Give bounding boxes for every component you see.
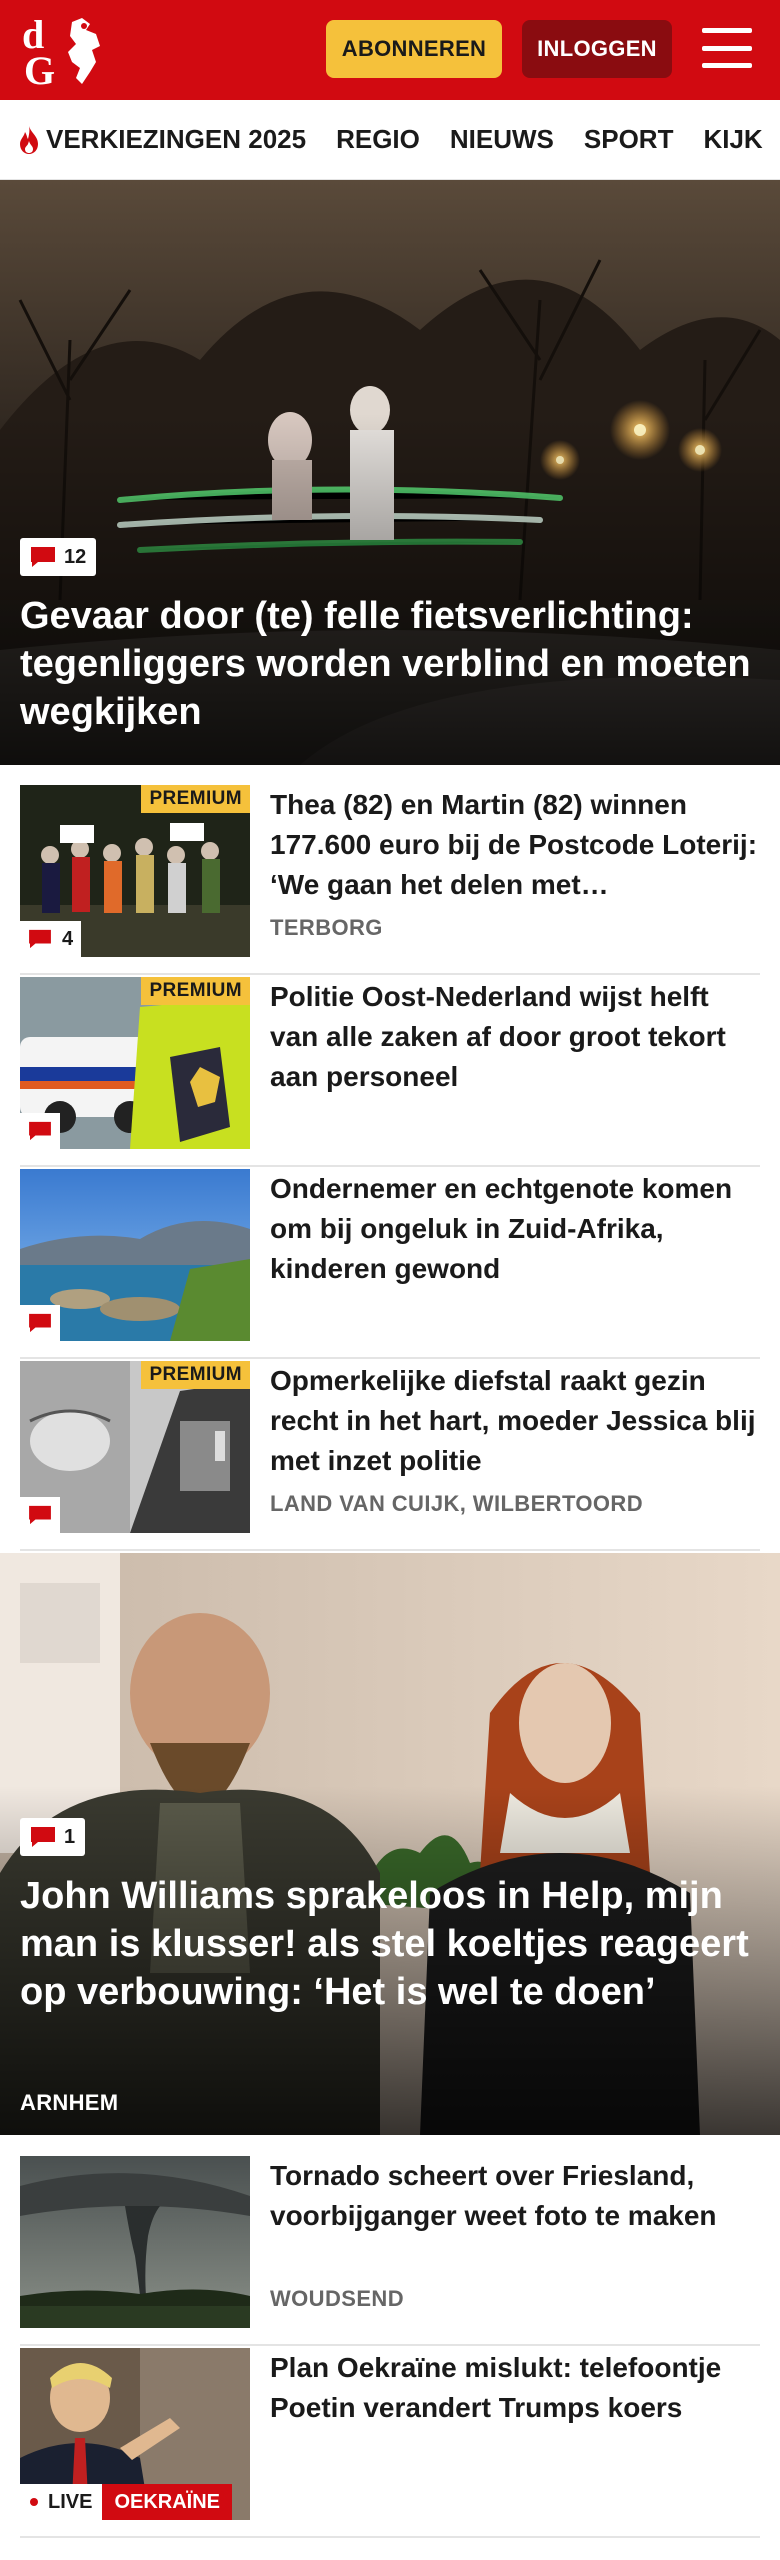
- nav-item-sport[interactable]: SPORT: [584, 124, 674, 155]
- comment-icon: [29, 1121, 51, 1141]
- article-thumbnail: [20, 1169, 250, 1341]
- premium-badge: PREMIUM: [141, 1361, 250, 1389]
- article-title[interactable]: Thea (82) en Martin (82) winnen 177.600 …: [270, 785, 760, 905]
- nav-item-verkiezingen[interactable]: VERKIEZINGEN 2025: [16, 124, 306, 155]
- svg-text:G: G: [24, 48, 55, 88]
- article-row[interactable]: Tornado scheert over Friesland, voorbijg…: [20, 2156, 760, 2346]
- article-thumbnail: LIVE OEKRAÏNE: [20, 2348, 250, 2520]
- comment-icon: [31, 1827, 55, 1847]
- comment-icon: [29, 1313, 51, 1333]
- premium-badge: PREMIUM: [141, 977, 250, 1005]
- live-label: LIVE: [48, 2490, 93, 2513]
- site-logo[interactable]: d G: [20, 12, 116, 93]
- article-row[interactable]: PREMIUM Politie Oost-Nederland wijst hel…: [20, 977, 760, 1167]
- hero-title[interactable]: Gevaar door (te) felle fietsverlichting:…: [20, 592, 760, 736]
- nav-item-nieuws[interactable]: NIEUWS: [450, 124, 554, 155]
- nav-label: VERKIEZINGEN 2025: [46, 124, 307, 154]
- article-title[interactable]: Politie Oost-Nederland wijst helft van a…: [270, 977, 760, 1097]
- hero-article[interactable]: 12 Gevaar door (te) felle fietsverlichti…: [0, 180, 780, 765]
- comment-icon: [31, 547, 55, 567]
- section-nav: VERKIEZINGEN 2025 REGIO NIEUWS SPORT KIJ…: [0, 100, 780, 180]
- article-row[interactable]: PREMIUM Opmerkelijke diefstal raakt gezi…: [20, 1361, 760, 1551]
- hamburger-menu-icon[interactable]: [700, 24, 754, 72]
- comment-icon: [29, 929, 51, 949]
- hero-location: ARNHEM: [20, 2090, 119, 2115]
- comment-badge: 1: [20, 1818, 86, 1856]
- comment-icon: [29, 1505, 51, 1525]
- hero-article-2[interactable]: 1 John Williams sprakeloos in Help, mijn…: [0, 1553, 780, 2135]
- comment-badge: [20, 1305, 60, 1341]
- comment-count: 4: [62, 927, 74, 950]
- comment-badge: 12: [20, 538, 97, 576]
- flame-icon: [20, 125, 38, 154]
- nav-item-regio[interactable]: REGIO: [336, 124, 420, 155]
- article-row[interactable]: Ondernemer en echtgenote komen om bij on…: [20, 1169, 760, 1359]
- article-title[interactable]: Opmerkelijke diefstal raakt gezin recht …: [270, 1361, 760, 1481]
- article-thumbnail: PREMIUM: [20, 977, 250, 1149]
- nav-item-kijk[interactable]: KIJK: [703, 124, 762, 155]
- top-bar: d G ABONNEREN INLOGGEN: [0, 0, 780, 100]
- comment-badge: [20, 1497, 60, 1533]
- article-row[interactable]: PREMIUM 4 Thea (82) en Martin (82) winne…: [20, 785, 760, 975]
- article-thumbnail: PREMIUM: [20, 1361, 250, 1533]
- article-location: TERBORG: [270, 915, 383, 940]
- hero-title[interactable]: John Williams sprakeloos in Help, mijn m…: [20, 1872, 760, 2016]
- login-button[interactable]: INLOGGEN: [522, 20, 672, 78]
- article-title[interactable]: Tornado scheert over Friesland, voorbijg…: [270, 2156, 760, 2236]
- live-indicator: LIVE: [20, 2484, 103, 2520]
- subscribe-button[interactable]: ABONNEREN: [326, 20, 502, 78]
- comment-badge: 4: [20, 921, 82, 957]
- article-title[interactable]: Ondernemer en echtgenote komen om bij on…: [270, 1169, 760, 1289]
- comment-count: 1: [64, 1825, 76, 1848]
- comment-badge: [20, 1113, 60, 1149]
- live-dot-icon: [30, 2498, 38, 2506]
- article-title[interactable]: Plan Oekraïne mislukt: telefoon­tje Poet…: [270, 2348, 760, 2428]
- comment-count: 12: [64, 545, 87, 568]
- article-thumbnail: [20, 2156, 250, 2328]
- article-location: WOUDSEND: [270, 2286, 404, 2311]
- article-thumbnail: PREMIUM 4: [20, 785, 250, 957]
- live-badge: LIVE OEKRAÏNE: [20, 2484, 233, 2520]
- premium-badge: PREMIUM: [141, 785, 250, 813]
- topic-tag: OEKRAÏNE: [102, 2484, 233, 2520]
- article-location: LAND VAN CUIJK, WILBERTOORD: [270, 1491, 643, 1516]
- article-row[interactable]: LIVE OEKRAÏNE Plan Oekraïne mislukt: tel…: [20, 2348, 760, 2538]
